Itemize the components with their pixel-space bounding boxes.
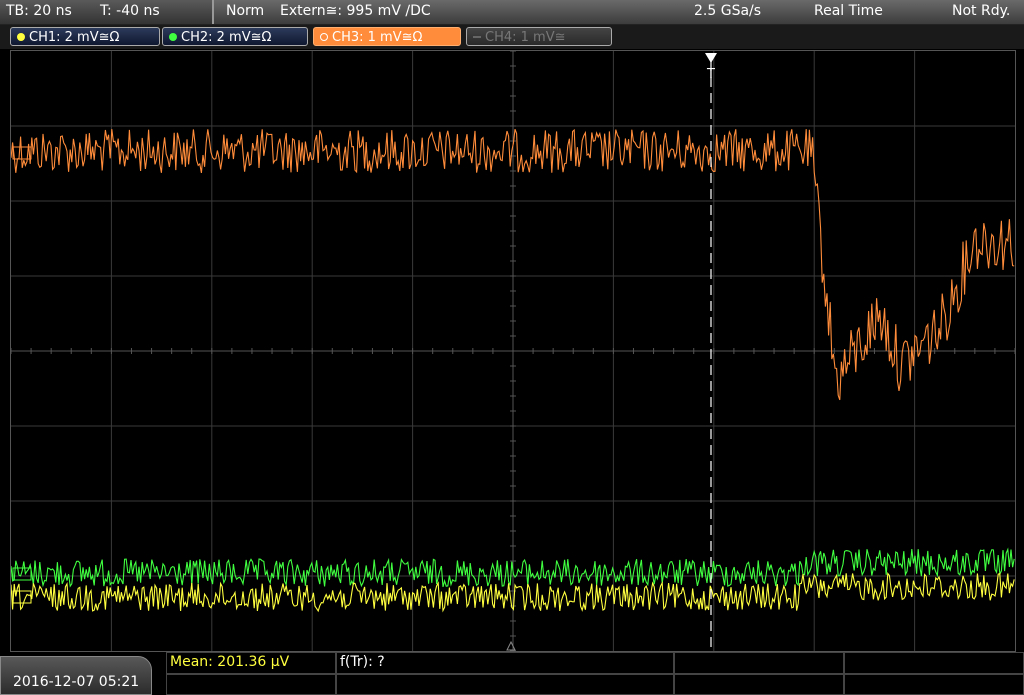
status-bar: TB: 20 ns T: -40 ns Norm Extern≅: 995 mV… — [0, 0, 1024, 25]
measurement-cell — [674, 674, 844, 695]
measurement-cell — [336, 674, 674, 695]
trigger-marker-label: T — [706, 67, 715, 82]
trigger-mode-label[interactable]: Norm — [226, 3, 264, 19]
measurement-cell — [336, 652, 674, 674]
acquisition-mode-label[interactable]: Real Time — [814, 3, 883, 19]
measurement-cell — [166, 674, 336, 695]
channel-1-button[interactable]: CH1: 2 mV≅Ω — [10, 27, 160, 46]
datetime-panel: 2016-12-07 05:21 — [0, 656, 152, 695]
bottom-bar: 2016-12-07 05:21 Mean: 201.36 µV f(Tr): … — [0, 652, 1024, 695]
trigger-status-label: Not Rdy. — [952, 3, 1011, 19]
channel-2-label: CH2: 2 mV≅Ω — [181, 30, 272, 45]
channel-4-button[interactable]: CH4: 1 mV≅ — [466, 27, 612, 46]
measurement-cell — [844, 652, 1024, 674]
sample-rate-label: 2.5 GSa/s — [694, 3, 762, 19]
channel-3-indicator-icon — [320, 33, 328, 41]
trigger-source-label[interactable]: Extern≅: 995 mV ∕DC — [280, 3, 431, 19]
measurement-cell — [844, 674, 1024, 695]
channel-2-indicator-icon — [169, 33, 177, 41]
mean-measurement: Mean: 201.36 µV — [170, 654, 290, 670]
timebase-panel[interactable]: TB: 20 ns T: -40 ns — [0, 0, 214, 24]
horizontal-position-marker-icon — [506, 640, 516, 651]
channel-bar: CH1: 2 mV≅Ω CH2: 2 mV≅Ω CH3: 1 mV≅Ω CH4:… — [0, 25, 1024, 49]
trigger-time-label: T: -40 ns — [100, 3, 160, 19]
channel-3-button[interactable]: CH3: 1 mV≅Ω — [313, 27, 461, 46]
trigger-position-marker-icon[interactable] — [705, 53, 717, 63]
channel-1-label: CH1: 2 mV≅Ω — [29, 30, 120, 45]
channel-4-indicator-icon — [473, 36, 481, 38]
waveform-display[interactable]: T — [10, 50, 1016, 652]
channel-1-indicator-icon — [17, 33, 25, 41]
channel-2-button[interactable]: CH2: 2 mV≅Ω — [162, 27, 308, 46]
channel-4-label: CH4: 1 mV≅ — [485, 30, 566, 45]
measurement-table[interactable]: Mean: 201.36 µV f(Tr): ? — [166, 652, 1024, 695]
waveform-plot: T — [10, 50, 1016, 652]
measurement-cell — [674, 652, 844, 674]
timebase-label: TB: 20 ns — [6, 3, 72, 19]
datetime-label: 2016-12-07 05:21 — [13, 674, 140, 690]
frequency-measurement: f(Tr): ? — [340, 654, 385, 670]
channel-3-label: CH3: 1 mV≅Ω — [332, 30, 423, 45]
